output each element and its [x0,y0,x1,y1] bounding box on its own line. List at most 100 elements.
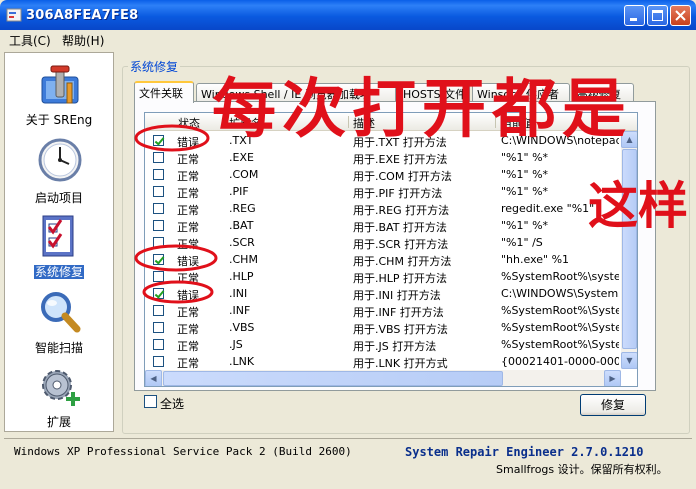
sidebar-item-label: 启动项目 [34,191,83,205]
row-extension: .REG [229,202,256,215]
row-checkbox[interactable] [153,152,164,163]
row-extension: .INF [229,304,251,317]
status-bar: Windows XP Professional Service Pack 2 (… [4,438,692,484]
row-checkbox[interactable] [153,305,164,316]
product-name: System Repair Engineer 2.7.0.1210 [405,445,644,459]
row-extension: .INI [229,287,248,300]
row-status: 正常 [177,340,199,353]
row-status: 正常 [177,204,199,217]
row-checkbox[interactable] [153,237,164,248]
window-title: 306A8FEA7FE8 [26,8,139,23]
row-checkbox[interactable] [153,135,164,146]
row-extension: .BAT [229,219,254,232]
row-checkbox[interactable] [153,339,164,350]
menu-tools[interactable]: 工具(C) [9,32,51,49]
checklist-icon [42,215,74,257]
sidebar: 关于 SREng 启动项目 系统修复 智能扫描 扩展 [4,52,114,432]
clock-icon [38,138,82,182]
row-description: 用于.LNK 打开方式 [353,357,448,370]
row-status: 正常 [177,238,199,251]
row-current-value: %SystemRoot%\system32\w [501,270,619,283]
sidebar-item-label: 扩展 [46,415,71,429]
row-checkbox[interactable] [153,254,164,265]
menu-help[interactable]: 帮助(H) [62,32,104,49]
row-current-value: %SystemRoot%\System32\N [501,304,619,317]
row-extension: .JS [229,338,243,351]
row-description: 用于.EXE 打开方法 [353,153,448,166]
row-description: 用于.CHM 打开方法 [353,255,452,268]
file-association-list[interactable]: 状态 扩展名 描述 当前值 错误 .TXT 用于.TXT 打开方法 C:\WINDOW… [144,112,638,387]
row-status: 正常 [177,153,199,166]
sidebar-item-extend[interactable]: 扩展 [5,365,113,431]
row-status: 正常 [177,323,199,336]
row-checkbox[interactable] [153,220,164,231]
row-extension: .CHM [229,253,258,266]
scroll-left-button[interactable]: ◀ [145,370,162,386]
table-row[interactable]: 错误 .CHM 用于.CHM 打开方法 "hh.exe" %1 [145,251,637,268]
row-current-value: "hh.exe" %1 [501,253,570,266]
annotation-text-main: 每次打开都是 [212,72,632,147]
sidebar-item-about[interactable]: 关于 SREng [5,59,113,131]
row-description: 用于.REG 打开方法 [353,204,450,217]
table-row[interactable]: 错误 .INI 用于.INI 打开方法 C:\WINDOWS\System32\NOT [145,285,637,302]
row-current-value: "%1" %* [501,151,549,164]
row-checkbox[interactable] [153,322,164,333]
sidebar-item-smart-scan[interactable]: 智能扫描 [5,289,113,361]
table-row[interactable]: 正常 .LNK 用于.LNK 打开方式 {00021401-0000-0000-C00… [145,353,637,370]
row-extension: .EXE [229,151,254,164]
horizontal-scroll-thumb[interactable] [163,371,503,386]
row-checkbox[interactable] [153,186,164,197]
row-checkbox[interactable] [153,169,164,180]
tab-file-association[interactable]: 文件关联 [134,81,194,103]
row-description: 用于.COM 打开方法 [353,170,452,183]
row-checkbox[interactable] [153,356,164,367]
sidebar-item-system-repair[interactable]: 系统修复 [5,213,113,285]
select-all-box[interactable] [144,395,157,408]
select-all-label: 全选 [160,397,185,411]
table-row[interactable]: 正常 .HLP 用于.HLP 打开方法 %SystemRoot%\system32\w [145,268,637,285]
row-description: 用于.INF 打开方法 [353,306,444,319]
title-bar[interactable]: 306A8FEA7FE8 [0,0,696,30]
scroll-down-button[interactable]: ▼ [621,352,637,369]
column-status[interactable]: 状态 [178,115,200,131]
table-row[interactable]: 正常 .SCR 用于.SCR 打开方法 "%1" /S [145,234,637,251]
repair-button[interactable]: 修复 [580,394,646,416]
row-checkbox[interactable] [153,203,164,214]
maximize-icon [652,10,663,21]
row-description: 用于.VBS 打开方法 [353,323,448,336]
table-row[interactable]: 正常 .EXE 用于.EXE 打开方法 "%1" %* [145,149,637,166]
sidebar-item-label: 关于 SREng [25,113,93,127]
row-current-value: %SystemRoot%\System32\W [501,338,619,351]
table-row[interactable]: 正常 .JS 用于.JS 打开方法 %SystemRoot%\System32\W [145,336,637,353]
table-row[interactable]: 正常 .BAT 用于.BAT 打开方法 "%1" %* [145,217,637,234]
row-extension: .PIF [229,185,249,198]
row-description: 用于.INI 打开方法 [353,289,441,302]
table-row[interactable]: 正常 .VBS 用于.VBS 打开方法 %SystemRoot%\System32\W [145,319,637,336]
table-row[interactable]: 正常 .COM 用于.COM 打开方法 "%1" %* [145,166,637,183]
scroll-right-button[interactable]: ▶ [604,370,621,386]
sidebar-item-startup[interactable]: 启动项目 [5,137,113,209]
row-description: 用于.SCR 打开方法 [353,238,449,251]
row-status: 正常 [177,306,199,319]
table-row[interactable]: 正常 .REG 用于.REG 打开方法 regedit.exe "%1" [145,200,637,217]
row-extension: .VBS [229,321,255,334]
row-checkbox[interactable] [153,271,164,282]
row-extension: .HLP [229,270,254,283]
row-status: 正常 [177,221,199,234]
row-status: 正常 [177,357,199,370]
row-status: 错误 [177,289,199,302]
magnifier-icon [41,292,81,333]
os-info: Windows XP Professional Service Pack 2 (… [14,445,352,458]
minimize-button[interactable] [624,5,645,26]
horizontal-scrollbar[interactable]: ◀ ▶ [145,370,621,386]
row-checkbox[interactable] [153,288,164,299]
table-row[interactable]: 正常 .INF 用于.INF 打开方法 %SystemRoot%\System32\N [145,302,637,319]
maximize-button[interactable] [647,5,668,26]
table-row[interactable]: 正常 .PIF 用于.PIF 打开方法 "%1" %* [145,183,637,200]
row-description: 用于.PIF 打开方法 [353,187,443,200]
about-tools-icon [41,65,79,104]
copyright-text: Smallfrogs 设计。保留所有权利。 [496,463,668,476]
menu-bar: 工具(C) 帮助(H) [0,30,696,50]
close-button[interactable] [670,5,691,26]
sidebar-item-label: 系统修复 [33,265,84,279]
